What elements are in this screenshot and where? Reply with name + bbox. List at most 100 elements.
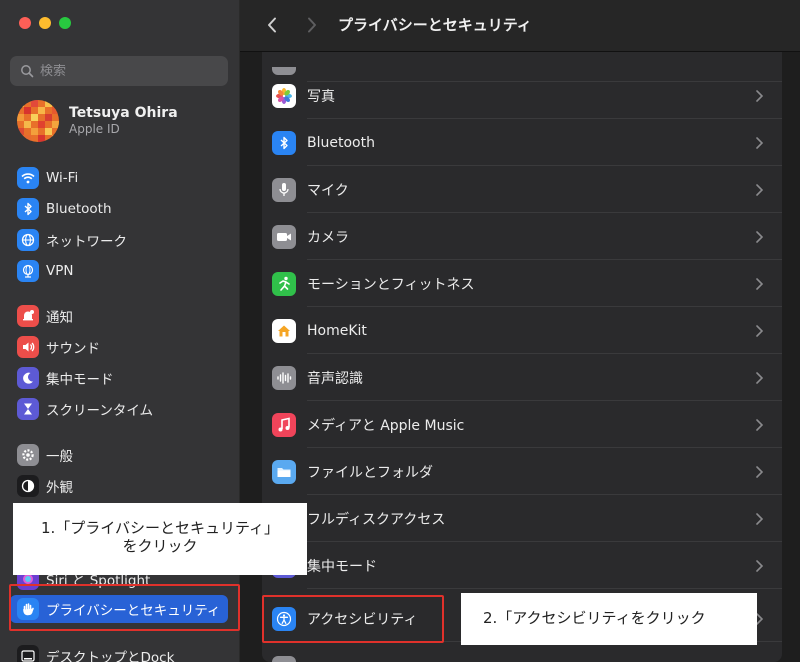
- highlight-box-privacy: [9, 584, 240, 631]
- apple-id-profile[interactable]: Tetsuya Ohira Apple ID: [17, 100, 178, 142]
- annotation-step-2: 2.「アクセシビリティをクリック: [461, 593, 757, 645]
- list-item-full-disk-access[interactable]: フルディスクアクセス: [262, 495, 782, 542]
- list-item-homekit[interactable]: HomeKit: [262, 307, 782, 354]
- list-item-label: フルディスクアクセス: [307, 511, 446, 528]
- list-item-media-apple-music[interactable]: メディアと Apple Music: [262, 401, 782, 448]
- highlight-box-accessibility: [262, 595, 444, 643]
- sidebar-item-label: 一般: [46, 449, 73, 465]
- sidebar-item-focus[interactable]: 集中モード: [10, 364, 228, 392]
- sidebar-item-general[interactable]: 一般: [10, 441, 228, 469]
- dock-icon: [17, 645, 39, 662]
- list-item-microphone[interactable]: マイク: [262, 166, 782, 213]
- chevron-right-icon: [756, 230, 764, 243]
- list-item-motion-fitness[interactable]: モーションとフィットネス: [262, 260, 782, 307]
- avatar: [17, 100, 59, 142]
- sidebar-item-label: 外観: [46, 480, 73, 496]
- sidebar-item-label: ネットワーク: [46, 234, 127, 250]
- search-input[interactable]: [40, 63, 200, 79]
- chevron-right-icon: [756, 371, 764, 384]
- sidebar-item-bluetooth[interactable]: Bluetooth: [10, 195, 228, 223]
- globe-icon: [17, 229, 39, 251]
- forward-button[interactable]: [302, 14, 322, 36]
- chevron-right-icon: [756, 183, 764, 196]
- list-item-camera[interactable]: カメラ: [262, 213, 782, 260]
- annotation-text: 1.「プライバシーとセキュリティ」: [40, 519, 280, 537]
- sidebar-item-label: 集中モード: [46, 372, 114, 388]
- list-item-focus[interactable]: 集中モード: [262, 542, 782, 589]
- vpn-globe-icon: [17, 260, 39, 282]
- back-button[interactable]: [262, 14, 282, 36]
- sidebar-item-label: VPN: [46, 263, 74, 279]
- sidebar-item-notifications[interactable]: 通知: [10, 302, 228, 330]
- bell-icon: [17, 305, 39, 327]
- sidebar-item-screen-time[interactable]: スクリーンタイム: [10, 395, 228, 423]
- chevron-right-icon: [308, 17, 316, 33]
- gear-icon: [17, 444, 39, 466]
- sidebar-item-vpn[interactable]: VPN: [10, 257, 228, 285]
- list-item-label: ファイルとフォルダ: [307, 464, 433, 481]
- zoom-window-button[interactable]: [59, 17, 71, 29]
- list-item-label: モーションとフィットネス: [307, 276, 475, 293]
- microphone-icon: [272, 177, 296, 202]
- list-item-label: 音声認識: [307, 370, 363, 387]
- moon-icon: [17, 367, 39, 389]
- bluetooth-icon: [17, 198, 39, 220]
- list-item-bluetooth[interactable]: Bluetooth: [262, 119, 782, 166]
- chevron-right-icon: [756, 418, 764, 431]
- running-icon: [272, 271, 296, 296]
- sidebar-item-label: Bluetooth: [46, 201, 112, 217]
- annotation-text: 2.「アクセシビリティをクリック: [483, 609, 706, 627]
- list-item-files-folders[interactable]: ファイルとフォルダ: [262, 448, 782, 495]
- list-item-photos[interactable]: 写真: [262, 72, 782, 119]
- chevron-right-icon: [756, 89, 764, 102]
- close-window-button[interactable]: [19, 17, 31, 29]
- wifi-icon: [17, 167, 39, 189]
- chevron-right-icon: [756, 559, 764, 572]
- window-controls: [19, 17, 71, 29]
- chevron-right-icon: [756, 136, 764, 149]
- profile-subtitle: Apple ID: [69, 122, 120, 136]
- sidebar-item-label: Wi-Fi: [46, 170, 79, 186]
- partial-row-icon: [272, 656, 296, 662]
- music-note-icon: [272, 412, 296, 437]
- photos-icon: [272, 83, 296, 108]
- sidebar-item-appearance[interactable]: 外観: [10, 472, 228, 500]
- list-item-label: 写真: [307, 88, 335, 105]
- search-field[interactable]: [10, 56, 228, 86]
- sidebar-item-label: 通知: [46, 310, 73, 326]
- list-item-label: メディアと Apple Music: [307, 417, 465, 434]
- main-content: プライバシーとセキュリティ 写真 Bluetooth マイク カメラ モーション…: [240, 0, 800, 662]
- chevron-right-icon: [756, 277, 764, 290]
- waveform-icon: [272, 365, 296, 390]
- sidebar-item-desktop-dock[interactable]: デスクトップとDock: [10, 642, 228, 662]
- chevron-right-icon: [756, 465, 764, 478]
- folder-icon: [272, 459, 296, 484]
- appearance-icon: [17, 475, 39, 497]
- list-item-speech-recognition[interactable]: 音声認識: [262, 354, 782, 401]
- settings-window: Tetsuya Ohira Apple ID Wi-Fi Bluetooth ネ…: [0, 0, 800, 662]
- sidebar-item-label: スクリーンタイム: [46, 403, 154, 419]
- bluetooth-icon: [272, 130, 296, 155]
- list-item-label: HomeKit: [307, 322, 367, 339]
- chevron-right-icon: [756, 512, 764, 525]
- privacy-list: 写真 Bluetooth マイク カメラ モーションとフィットネス HomeKi…: [262, 52, 782, 662]
- sidebar-item-label: サウンド: [46, 341, 100, 357]
- sidebar-item-sound[interactable]: サウンド: [10, 333, 228, 361]
- sidebar-item-network[interactable]: ネットワーク: [10, 226, 228, 254]
- list-item-label: 集中モード: [307, 558, 377, 575]
- list-item-label: マイク: [307, 182, 349, 199]
- sidebar-item-label: デスクトップとDock: [46, 650, 175, 662]
- toolbar: プライバシーとセキュリティ: [240, 0, 800, 52]
- chevron-right-icon: [756, 324, 764, 337]
- home-icon: [272, 318, 296, 343]
- list-item-label: Bluetooth: [307, 134, 375, 151]
- sidebar-item-wifi[interactable]: Wi-Fi: [10, 164, 228, 192]
- hourglass-icon: [17, 398, 39, 420]
- list-item-label: カメラ: [307, 229, 349, 246]
- list-item: [262, 644, 782, 662]
- page-title: プライバシーとセキュリティ: [338, 16, 532, 34]
- minimize-window-button[interactable]: [39, 17, 51, 29]
- profile-name: Tetsuya Ohira: [69, 105, 178, 121]
- speaker-icon: [17, 336, 39, 358]
- camera-icon: [272, 224, 296, 249]
